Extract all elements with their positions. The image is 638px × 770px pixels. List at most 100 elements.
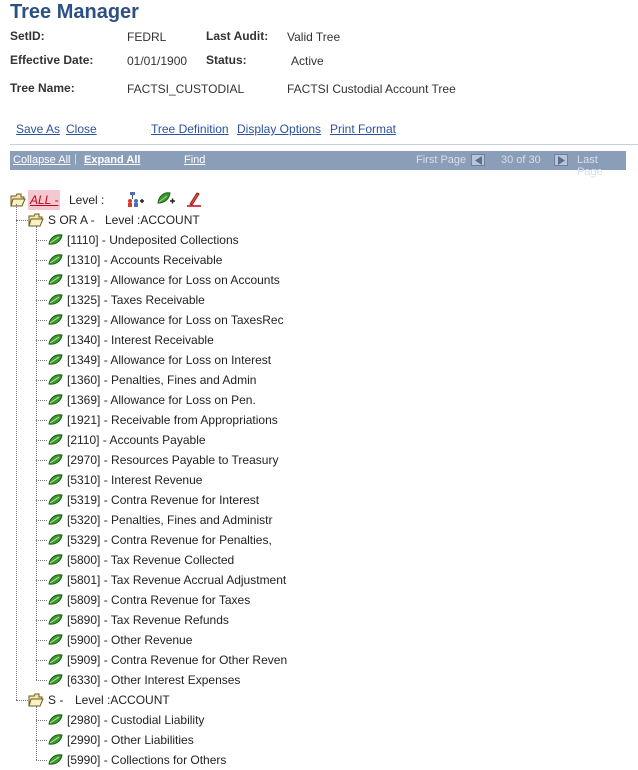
collapse-all-link[interactable]: Collapse All	[13, 154, 70, 166]
tree-definition-link[interactable]: Tree Definition	[151, 122, 229, 136]
leaf-icon[interactable]	[48, 293, 63, 306]
leaf-icon[interactable]	[48, 453, 63, 466]
tree-connector	[36, 480, 47, 481]
tree-node-level: Level :ACCOUNT	[105, 213, 200, 227]
arrow-left-icon	[475, 156, 482, 165]
tree-leaf-label[interactable]: [1319] - Allowance for Loss on Accounts	[67, 270, 280, 290]
tree-leaf-label[interactable]: [2110] - Accounts Payable	[67, 430, 206, 450]
leaf-icon[interactable]	[48, 653, 63, 666]
tree-leaf-label[interactable]: [2970] - Resources Payable to Treasury	[67, 450, 278, 470]
tree-connector	[36, 760, 47, 761]
leaf-icon[interactable]	[48, 553, 63, 566]
tree-leaf-label[interactable]: [5800] - Tax Revenue Collected	[67, 550, 234, 570]
leaf-icon[interactable]	[48, 373, 63, 386]
find-link[interactable]: Find	[184, 154, 205, 166]
leaf-icon[interactable]	[48, 713, 63, 726]
print-format-link[interactable]: Print Format	[330, 122, 396, 136]
tree-connector	[16, 220, 28, 221]
insert-child-icon[interactable]	[126, 192, 144, 208]
tree-leaf-label[interactable]: [1329] - Allowance for Loss on TaxesRec	[67, 310, 284, 330]
save-as-link[interactable]: Save As	[16, 122, 60, 136]
prev-page-button[interactable]	[471, 154, 485, 166]
leaf-icon[interactable]	[48, 253, 63, 266]
tree-leaf-label[interactable]: [2990] - Other Liabilities	[67, 730, 194, 750]
leaf-icon[interactable]	[48, 593, 63, 606]
tree-leaf-label[interactable]: [5310] - Interest Revenue	[67, 470, 202, 490]
page-title: Tree Manager	[10, 1, 139, 23]
tree-connector	[36, 460, 47, 461]
tree-leaf-label[interactable]: [1340] - Interest Receivable	[67, 330, 214, 350]
leaf-icon[interactable]	[48, 673, 63, 686]
tree-connector	[36, 300, 47, 301]
tree-connector	[36, 620, 47, 621]
tree-leaf-label[interactable]: [5900] - Other Revenue	[67, 630, 192, 650]
tree-connector	[36, 226, 37, 680]
tree-leaf-label[interactable]: [5890] - Tax Revenue Refunds	[67, 610, 229, 630]
tree-connector	[36, 260, 47, 261]
action-links: Save As Close Tree Definition Display Op…	[0, 117, 638, 147]
leaf-icon[interactable]	[48, 533, 63, 546]
leaf-icon[interactable]	[48, 333, 63, 346]
leaf-icon[interactable]	[48, 633, 63, 646]
tree-leaf-label[interactable]: [6330] - Other Interest Expenses	[67, 670, 240, 690]
tree-connector	[36, 360, 47, 361]
leaf-icon[interactable]	[48, 513, 63, 526]
tree-leaf-label[interactable]: [5320] - Penalties, Fines and Administr	[67, 510, 272, 530]
tree-leaf-label[interactable]: [1349] - Allowance for Loss on Interest	[67, 350, 271, 370]
action-divider	[10, 144, 638, 145]
tree-node-label[interactable]: S OR A -	[48, 210, 95, 230]
open-folder-icon[interactable]	[28, 213, 44, 227]
leaf-icon[interactable]	[48, 233, 63, 246]
setid-label: SetID:	[10, 29, 45, 43]
leaf-icon[interactable]	[48, 733, 63, 746]
last-audit-label: Last Audit:	[206, 29, 269, 43]
close-link[interactable]: Close	[66, 122, 97, 136]
tree-leaf-label[interactable]: [5329] - Contra Revenue for Penalties,	[67, 530, 272, 550]
tree-leaf-label[interactable]: [5319] - Contra Revenue for Interest	[67, 490, 259, 510]
first-page-label: First Page	[416, 154, 467, 166]
leaf-icon[interactable]	[48, 433, 63, 446]
leaf-icon[interactable]	[48, 613, 63, 626]
leaf-icon[interactable]	[48, 353, 63, 366]
insert-leaf-icon[interactable]	[157, 191, 175, 207]
leaf-icon[interactable]	[48, 413, 63, 426]
nav-separator: |	[74, 153, 77, 165]
open-folder-icon[interactable]	[10, 193, 26, 207]
tree-name-label: Tree Name:	[10, 81, 75, 95]
tree-leaf-label[interactable]: [1325] - Taxes Receivable	[67, 290, 205, 310]
tree-connector	[16, 204, 17, 700]
leaf-icon[interactable]	[48, 393, 63, 406]
tree-root-level: Level :	[69, 193, 105, 207]
next-page-button[interactable]	[554, 154, 568, 166]
tree-leaf-label[interactable]: [5990] - Collections for Others	[67, 750, 226, 770]
leaf-icon[interactable]	[48, 273, 63, 286]
leaf-icon[interactable]	[48, 753, 63, 766]
tree-leaf-label[interactable]: [5909] - Contra Revenue for Other Reven	[67, 650, 287, 670]
tree-root-link[interactable]: ALL -	[28, 190, 61, 210]
tree-leaf-label[interactable]: [1310] - Accounts Receivable	[67, 250, 222, 270]
tree-leaf-label[interactable]: [1110] - Undeposited Collections	[67, 230, 239, 250]
tree-leaf-label[interactable]: [2980] - Custodial Liability	[67, 710, 204, 730]
leaf-icon[interactable]	[48, 493, 63, 506]
leaf-icon[interactable]	[48, 473, 63, 486]
open-folder-icon[interactable]	[28, 693, 44, 707]
delete-node-icon[interactable]	[186, 191, 202, 208]
leaf-icon[interactable]	[48, 313, 63, 326]
tree-connector	[36, 580, 47, 581]
tree-connector	[36, 600, 47, 601]
tree-leaf-label[interactable]: [5801] - Tax Revenue Accrual Adjustment	[67, 570, 286, 590]
tree-connector	[36, 440, 47, 441]
tree-description: FACTSI Custodial Account Tree	[287, 82, 456, 96]
expand-all-link[interactable]: Expand All	[84, 154, 140, 166]
display-options-link[interactable]: Display Options	[237, 122, 321, 136]
setid-value: FEDRL	[127, 30, 167, 44]
leaf-icon[interactable]	[48, 573, 63, 586]
page-info: 30 of 30	[501, 154, 541, 166]
tree-connector	[36, 280, 47, 281]
tree-connector	[36, 340, 47, 341]
tree-leaf-label[interactable]: [1369] - Allowance for Loss on Pen.	[67, 390, 256, 410]
tree-leaf-label[interactable]: [5809] - Contra Revenue for Taxes	[67, 590, 250, 610]
tree-leaf-label[interactable]: [1921] - Receivable from Appropriations	[67, 410, 278, 430]
tree-node-label[interactable]: S -	[48, 690, 63, 710]
tree-leaf-label[interactable]: [1360] - Penalties, Fines and Admin	[67, 370, 256, 390]
